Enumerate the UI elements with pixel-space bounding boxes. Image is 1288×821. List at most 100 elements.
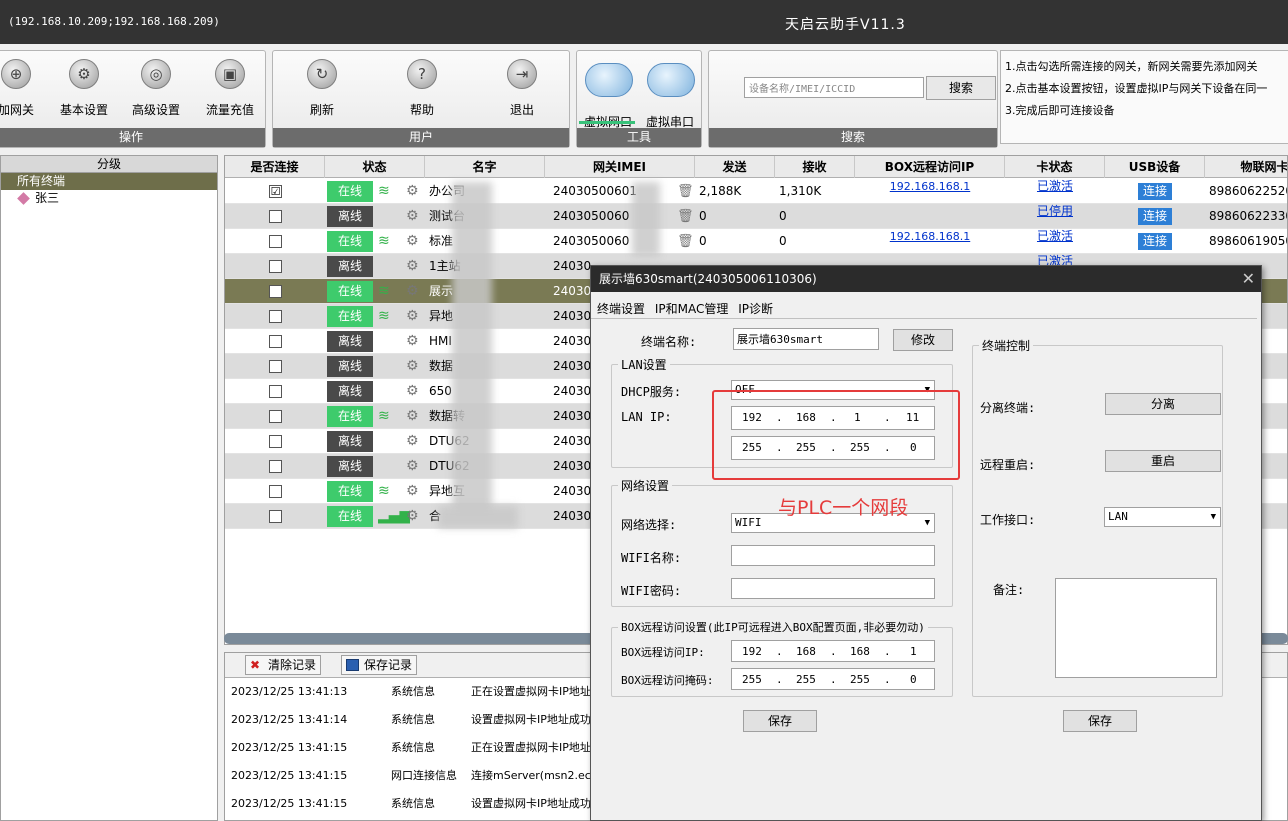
advanced-settings-button[interactable]: ◎ 高级设置 (119, 55, 193, 125)
col-status[interactable]: 状态 (325, 156, 425, 178)
gear-icon[interactable]: ⚙ (406, 204, 419, 229)
gear-icon[interactable]: ⚙ (406, 479, 419, 504)
help-button[interactable]: ? 帮助 (385, 55, 459, 125)
search-input[interactable]: 设备名称/IMEI/ICCID (744, 77, 924, 98)
table-row[interactable]: 离线 ⚙ 测试台 2403050060 🗑 0 0 已停用 连接 89860622330 (225, 204, 1287, 229)
connect-checkbox[interactable] (269, 260, 282, 273)
box-ip-link[interactable]: 192.168.168.1 (855, 179, 1005, 204)
connect-checkbox[interactable] (269, 310, 282, 323)
detach-button[interactable]: 分离 (1105, 393, 1221, 415)
clear-log-button[interactable]: ✖ 清除记录 (245, 655, 322, 675)
connect-checkbox[interactable] (269, 510, 282, 523)
terminal-name-input[interactable]: 展示墙630smart (733, 328, 879, 350)
tree-header: 分级 (1, 156, 217, 173)
usb-connect-button[interactable]: 连接 (1138, 183, 1172, 200)
gear-icon[interactable]: ⚙ (406, 404, 419, 429)
col-send[interactable]: 发送 (695, 156, 775, 178)
col-imei[interactable]: 网关IMEI (545, 156, 695, 178)
gear-icon[interactable]: ⚙ (406, 354, 419, 379)
connect-checkbox[interactable] (269, 410, 282, 423)
privacy-blur (438, 506, 518, 528)
connect-checkbox[interactable] (269, 360, 282, 373)
card-status-link[interactable]: 已激活 (1005, 179, 1105, 204)
gear-icon[interactable]: ⚙ (406, 254, 419, 279)
work-interface-select[interactable]: LAN ▼ (1104, 507, 1221, 527)
connect-checkbox[interactable] (269, 335, 282, 348)
col-connect[interactable]: 是否连接 (225, 156, 325, 178)
connect-checkbox[interactable] (269, 285, 282, 298)
connect-checkbox[interactable]: ☑ (269, 185, 282, 198)
usb-connect-button[interactable]: 连接 (1138, 233, 1172, 250)
col-recv[interactable]: 接收 (775, 156, 855, 178)
gear-icon[interactable]: ⚙ (406, 304, 419, 329)
tab-terminal-settings[interactable]: 终端设置 (597, 302, 645, 316)
basic-settings-button[interactable]: ⚙ 基本设置 (47, 55, 121, 125)
wifi-name-input[interactable] (731, 545, 935, 566)
network-select-label: 网络选择: (621, 518, 677, 532)
connect-checkbox[interactable] (269, 460, 282, 473)
help-line: 2.点击基本设置按钮，设置虚拟IP与网关下设备在同一 (1005, 82, 1268, 95)
exit-button[interactable]: ⇥ 退出 (485, 55, 559, 125)
annotation-box (712, 390, 960, 480)
log-type: 系统信息 (391, 685, 435, 698)
modify-button[interactable]: 修改 (893, 329, 953, 351)
reboot-button[interactable]: 重启 (1105, 450, 1221, 472)
wifi-password-input[interactable] (731, 578, 935, 599)
close-icon[interactable]: ✕ (1242, 266, 1255, 292)
connect-checkbox[interactable] (269, 210, 282, 223)
connect-checkbox[interactable] (269, 435, 282, 448)
gear-icon[interactable]: ⚙ (406, 229, 419, 254)
save-network-button[interactable]: 保存 (743, 710, 817, 732)
app-title: 天启云助手V11.3 (785, 17, 906, 33)
box-mask-input[interactable]: 255. 255. 255. 0 (731, 668, 935, 690)
connect-checkbox[interactable] (269, 235, 282, 248)
clear-icon: ✖ (250, 658, 261, 672)
col-box-ip[interactable]: BOX远程访问IP (855, 156, 1005, 178)
wifi-signal-icon: ≋ (378, 283, 390, 299)
col-usb[interactable]: USB设备 (1105, 156, 1205, 178)
data-recharge-button[interactable]: ▣ 流量充值 (193, 55, 267, 125)
table-row[interactable]: ☑ 在线 ≋ ⚙ 办公司 24030500601 🗑 2,188K 1,310K 192.168.… (225, 179, 1287, 204)
usb-connect-button[interactable]: 连接 (1138, 208, 1172, 225)
log-message: 设置虚拟网卡IP地址成功 (471, 713, 591, 726)
gear-icon[interactable]: ⚙ (406, 454, 419, 479)
col-card-status[interactable]: 卡状态 (1005, 156, 1105, 178)
gear-icon[interactable]: ⚙ (406, 179, 419, 204)
box-ip-input[interactable]: 192. 168. 168. 1 (731, 640, 935, 662)
tree-item-all[interactable]: 所有终端 (1, 173, 217, 190)
add-gateway-button[interactable]: ⊕ 加网关 (0, 55, 53, 125)
gear-icon[interactable]: ⚙ (406, 379, 419, 404)
log-type: 系统信息 (391, 797, 435, 810)
gear-icon[interactable]: ⚙ (406, 504, 419, 529)
note-textarea[interactable] (1055, 578, 1217, 678)
box-ip-link[interactable] (855, 204, 1005, 229)
col-iccid[interactable]: 物联网卡 (1205, 156, 1287, 178)
tree-item-user[interactable]: 张三 (1, 190, 217, 207)
tab-ip-diagnose[interactable]: IP诊断 (738, 302, 773, 316)
gear-icon[interactable]: ⚙ (406, 329, 419, 354)
gear-icon[interactable]: ⚙ (406, 279, 419, 304)
log-time: 2023/12/25 13:41:15 (231, 797, 348, 810)
gear-icon[interactable]: ⚙ (406, 429, 419, 454)
tab-ip-mac[interactable]: IP和MAC管理 (655, 302, 729, 316)
virtual-lan-button[interactable]: 虚拟网口 (577, 55, 639, 129)
save-log-button[interactable]: 保存记录 (341, 655, 418, 675)
trash-icon[interactable]: 🗑 (677, 204, 694, 229)
operation-group: ⊕ 加网关 ⚙ 基本设置 ◎ 高级设置 ▣ 流量充值 操作 (0, 50, 266, 148)
search-button[interactable]: 搜索 (926, 76, 996, 100)
card-status-link[interactable]: 已激活 (1005, 229, 1105, 254)
card-status-link[interactable]: 已停用 (1005, 204, 1105, 229)
device-imei: 24030500601 (553, 184, 637, 198)
refresh-icon: ↻ (307, 59, 337, 89)
trash-icon[interactable]: 🗑 (677, 179, 694, 204)
trash-icon[interactable]: 🗑 (677, 229, 694, 254)
refresh-button[interactable]: ↻ 刷新 (285, 55, 359, 125)
box-ip-link[interactable]: 192.168.168.1 (855, 229, 1005, 254)
virtual-serial-button[interactable]: 虚拟串口 (639, 55, 701, 129)
connect-checkbox[interactable] (269, 485, 282, 498)
table-row[interactable]: 在线 ≋ ⚙ 标准 2403050060 🗑 0 0 192.168.168.1 已激活 连接 898… (225, 229, 1287, 254)
connect-checkbox[interactable] (269, 385, 282, 398)
col-name[interactable]: 名字 (425, 156, 545, 178)
box-mask-label: BOX远程访问掩码: (621, 674, 714, 687)
save-control-button[interactable]: 保存 (1063, 710, 1137, 732)
